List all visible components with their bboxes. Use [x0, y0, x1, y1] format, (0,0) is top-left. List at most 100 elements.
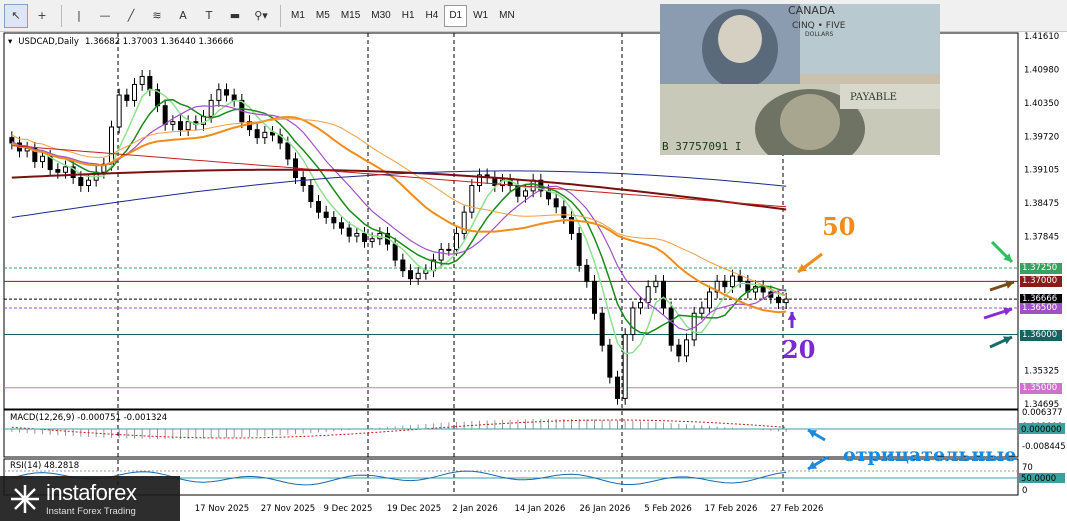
- ma50-annotation: 50: [822, 212, 856, 241]
- rsi-axis-label: 0: [1022, 486, 1027, 496]
- candle-body: [346, 227, 352, 237]
- date-axis-label: 27 Nov 2025: [261, 504, 315, 514]
- logo-name: instaforex: [46, 480, 137, 505]
- svg-text:PAYABLE: PAYABLE: [850, 92, 897, 103]
- candle-body: [469, 185, 475, 213]
- candle-body: [783, 298, 789, 304]
- logo-icon: [11, 484, 39, 513]
- symbol-info: ▾ USDCAD,Daily 1.36682 1.37003 1.36440 1…: [8, 37, 234, 47]
- candle-body: [369, 238, 375, 242]
- candle-body: [454, 232, 459, 250]
- banknote-image: PAYABLE CANADA CINQ • FIVE DOLLARS B 377…: [660, 4, 940, 155]
- dropdown-icon[interactable]: ▾: [8, 37, 12, 47]
- timeframe-h1-button[interactable]: H1: [397, 5, 420, 27]
- candle-body: [576, 232, 582, 266]
- macd-axis-label: 0.006377: [1022, 408, 1063, 418]
- price-axis-label: 1.41610: [1024, 32, 1059, 42]
- toolbar-separator: [280, 4, 281, 27]
- candle-body: [630, 307, 636, 336]
- text-icon[interactable]: A: [171, 4, 195, 28]
- price-axis-label: 1.40980: [1024, 66, 1059, 76]
- price-axis-label: 1.35325: [1024, 366, 1059, 376]
- ma20-annotation: 20: [782, 335, 816, 364]
- candle-body: [392, 243, 398, 261]
- candle-body: [162, 105, 168, 125]
- date-axis-label: 27 Feb 2026: [771, 504, 824, 514]
- banknote-denomination: CINQ • FIVE: [792, 21, 846, 31]
- price-axis-label: 1.40350: [1024, 99, 1059, 109]
- timeframe-mn-button[interactable]: MN: [494, 5, 520, 27]
- negative-annotation: отрицательные: [843, 444, 1017, 466]
- date-axis-label: 2 Jan 2026: [452, 504, 498, 514]
- rsi-axis-label: 70: [1022, 463, 1033, 473]
- text-label-icon[interactable]: T: [197, 4, 221, 28]
- candle-body: [316, 201, 321, 213]
- cursor-icon[interactable]: ↖: [4, 3, 28, 28]
- banknote-currency: DOLLARS: [805, 31, 833, 38]
- candle-body: [55, 169, 61, 173]
- fibonacci-icon[interactable]: ≋: [145, 4, 169, 28]
- candle-body: [63, 166, 68, 173]
- crosshair-icon[interactable]: +: [30, 4, 54, 28]
- candle-body: [362, 232, 367, 242]
- price-axis-label: 1.39720: [1024, 133, 1059, 143]
- candle-body: [285, 142, 291, 160]
- candle-body: [86, 179, 91, 187]
- timeframe-m1-button[interactable]: M1: [286, 5, 310, 27]
- candle-body: [446, 248, 452, 251]
- horizontal-line-icon[interactable]: —: [93, 4, 117, 28]
- timeframe-d1-button[interactable]: D1: [444, 4, 468, 27]
- candle-body: [760, 286, 766, 293]
- candle-body: [699, 307, 705, 314]
- timeframe-m5-button[interactable]: M5: [311, 5, 335, 27]
- candle-body: [645, 286, 651, 304]
- candle-body: [584, 264, 590, 282]
- symbol-label: USDCAD,Daily: [18, 37, 79, 47]
- date-axis-label: 5 Feb 2026: [644, 504, 692, 514]
- price-axis-label: 1.38475: [1024, 199, 1059, 209]
- logo-tagline: Instant Forex Trading: [46, 506, 136, 517]
- price-tag: 1.35000: [1020, 382, 1062, 394]
- candle-body: [170, 121, 176, 125]
- vertical-line-icon[interactable]: |: [67, 4, 91, 28]
- candle-body: [661, 280, 666, 309]
- banknote-country: CANADA: [788, 4, 835, 17]
- candle-body: [737, 275, 743, 282]
- shapes-menu-icon[interactable]: ⚲▾: [249, 4, 273, 28]
- candle-body: [400, 259, 406, 272]
- candle-body: [622, 334, 628, 399]
- candle-body: [676, 344, 682, 357]
- candle-body: [415, 272, 421, 280]
- date-axis-label: 19 Dec 2025: [387, 504, 441, 514]
- candle-body: [147, 75, 153, 91]
- date-axis-label: 9 Dec 2025: [324, 504, 373, 514]
- instaforex-logo: instaforex Instant Forex Trading: [0, 476, 180, 521]
- macd-axis-label: -0.008445: [1022, 442, 1066, 452]
- ohlc-values: 1.36682 1.37003 1.36440 1.36666: [84, 37, 234, 47]
- candle-body: [132, 83, 137, 101]
- candle-body: [178, 121, 183, 131]
- candle-body: [615, 376, 620, 399]
- price-tag: 1.36500: [1020, 302, 1062, 314]
- timeframe-m30-button[interactable]: M30: [366, 5, 395, 27]
- banknote-serial: B 37757091 I: [662, 140, 741, 153]
- price-tag: 1.37250: [1020, 263, 1062, 275]
- macd-label: MACD(12,26,9) -0.000751 -0.001324: [10, 413, 167, 423]
- date-axis-label: 26 Jan 2026: [580, 504, 631, 514]
- timeframe-m15-button[interactable]: M15: [336, 5, 365, 27]
- candle-body: [231, 94, 237, 101]
- candle-body: [668, 307, 674, 346]
- toolbar-separator: [61, 4, 62, 27]
- candle-body: [408, 270, 413, 280]
- candle-body: [638, 302, 643, 309]
- candle-body: [684, 339, 689, 357]
- price-axis-label: 1.39105: [1024, 165, 1059, 175]
- date-axis-label: 17 Feb 2026: [705, 504, 758, 514]
- rectangle-icon[interactable]: ▬: [223, 4, 247, 28]
- timeframe-w1-button[interactable]: W1: [468, 5, 493, 27]
- candle-body: [523, 190, 528, 197]
- trendline-icon[interactable]: ╱: [119, 4, 143, 28]
- candle-body: [561, 206, 567, 218]
- timeframe-h4-button[interactable]: H4: [421, 5, 444, 27]
- candle-body: [331, 216, 337, 224]
